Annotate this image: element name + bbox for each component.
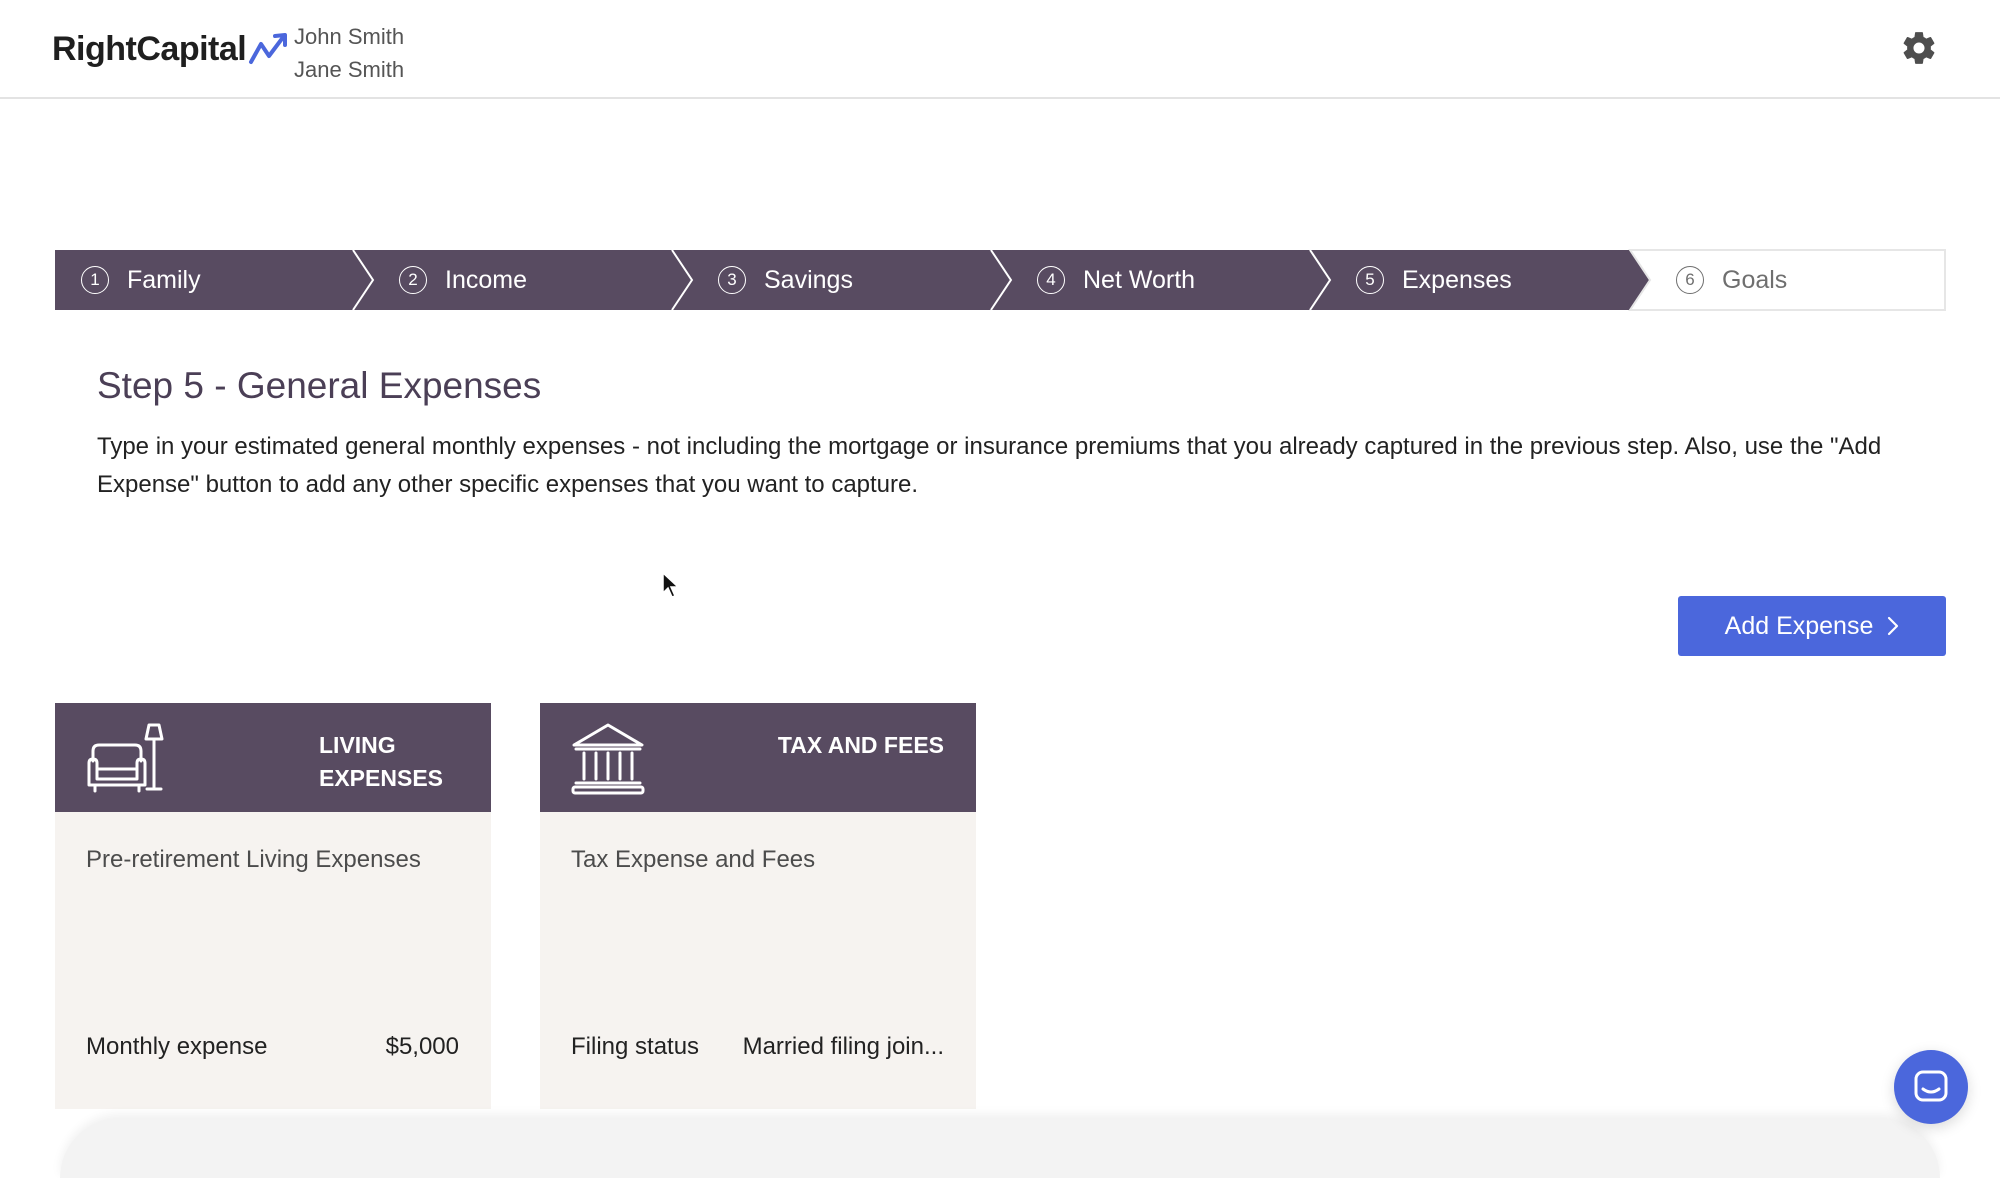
step-number: 4 xyxy=(1037,266,1065,294)
chat-icon xyxy=(1914,1070,1948,1102)
step-savings[interactable]: 3 Savings xyxy=(671,249,1012,311)
top-header: RightCapital John Smith Jane Smith xyxy=(0,0,2000,99)
page-description: Type in your estimated general monthly e… xyxy=(97,433,1882,498)
card-header: LIVING EXPENSES xyxy=(55,703,491,812)
furniture-icon xyxy=(87,723,164,793)
step-income[interactable]: 2 Income xyxy=(352,249,693,311)
bottom-panel-edge xyxy=(60,1118,1940,1178)
card-category: LIVING EXPENSES xyxy=(319,732,443,791)
card-title: Tax Expense and Fees xyxy=(571,846,816,873)
page-title: Step 5 - General Expenses xyxy=(97,365,542,406)
step-expenses[interactable]: 5 Expenses xyxy=(1309,249,1650,311)
add-expense-button[interactable]: Add Expense xyxy=(1678,596,1946,656)
step-net-worth[interactable]: 4 Net Worth xyxy=(990,249,1331,311)
logo-text: RightCapital xyxy=(52,30,247,68)
add-expense-label: Add Expense xyxy=(1724,611,1874,640)
card-field-value: Married filing join... xyxy=(742,1033,944,1060)
step-label: Income xyxy=(445,265,527,294)
bank-icon xyxy=(571,723,645,795)
logo-chart-icon xyxy=(249,32,288,64)
step-number: 1 xyxy=(81,266,109,294)
step-label: Net Worth xyxy=(1083,265,1196,294)
chat-launcher-button[interactable] xyxy=(1894,1050,1968,1124)
card-field-value: $5,000 xyxy=(385,1033,459,1060)
step-number: 6 xyxy=(1676,266,1704,294)
progress-stepper: 1 Family 2 Income 3 Savings 4 Net Worth … xyxy=(55,249,1946,311)
card-category: TAX AND FEES xyxy=(777,732,944,758)
client-names: John Smith Jane Smith xyxy=(294,20,404,86)
client-name-spouse: Jane Smith xyxy=(294,57,405,82)
expense-card-living[interactable]: LIVING EXPENSES Pre-retirement Living Ex… xyxy=(55,703,491,1109)
card-title: Pre-retirement Living Expenses xyxy=(86,846,421,873)
gear-icon[interactable] xyxy=(1900,29,1938,67)
step-number: 5 xyxy=(1356,266,1384,294)
expense-card-tax[interactable]: TAX AND FEES Tax Expense and Fees Filing… xyxy=(540,703,976,1109)
chevron-right-icon xyxy=(1887,616,1899,636)
step-number: 2 xyxy=(399,266,427,294)
mouse-cursor-icon xyxy=(662,572,680,598)
step-label: Savings xyxy=(764,265,853,294)
step-label: Goals xyxy=(1722,265,1788,294)
step-goals[interactable]: 6 Goals xyxy=(1628,249,1946,311)
step-family[interactable]: 1 Family xyxy=(55,250,373,310)
card-header: TAX AND FEES xyxy=(540,703,976,812)
logo[interactable]: RightCapital xyxy=(52,30,290,69)
client-name-primary: John Smith xyxy=(294,24,405,49)
card-field-label: Filing status xyxy=(571,1033,700,1060)
step-label: Expenses xyxy=(1402,265,1512,294)
step-label: Family xyxy=(127,265,201,294)
card-field-label: Monthly expense xyxy=(86,1033,268,1060)
step-number: 3 xyxy=(718,266,746,294)
